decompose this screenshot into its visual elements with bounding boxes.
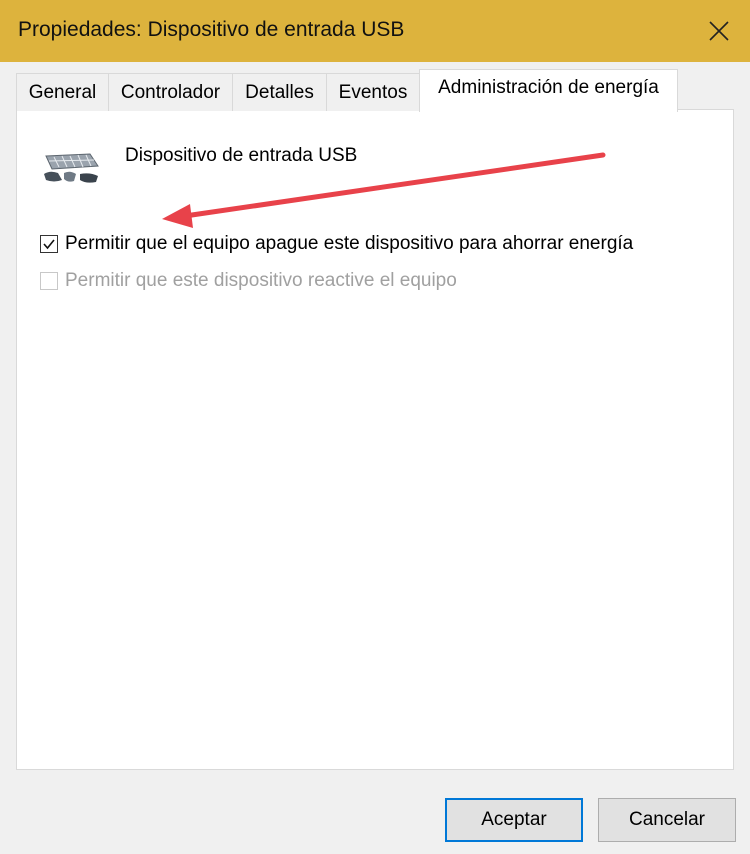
tab-panel-power-management (16, 109, 734, 770)
tab-controller[interactable]: Controlador (108, 73, 233, 111)
title-bar: Propiedades: Dispositivo de entrada USB (0, 0, 750, 62)
close-button[interactable] (688, 0, 750, 62)
allow-wake-checkbox: Permitir que este dispositivo reactive e… (40, 270, 457, 292)
tab-general[interactable]: General (16, 73, 109, 111)
device-name: Dispositivo de entrada USB (125, 145, 358, 166)
window-title: Propiedades: Dispositivo de entrada USB (18, 18, 405, 41)
allow-power-off-label: Permitir que el equipo apague este dispo… (65, 233, 634, 254)
checkbox-checked[interactable] (40, 235, 58, 253)
checkbox-unchecked-disabled (40, 272, 58, 290)
allow-power-off-checkbox[interactable]: Permitir que el equipo apague este dispo… (40, 233, 633, 255)
allow-wake-label: Permitir que este dispositivo reactive e… (65, 270, 457, 291)
close-icon (709, 21, 729, 41)
usb-device-icon (40, 152, 102, 191)
accept-button[interactable]: Aceptar (445, 798, 583, 842)
tab-events[interactable]: Eventos (326, 73, 420, 111)
tab-details[interactable]: Detalles (232, 73, 327, 111)
checkmark-icon (43, 239, 55, 250)
cancel-button[interactable]: Cancelar (598, 798, 736, 842)
tab-power-management[interactable]: Administración de energía (419, 69, 678, 112)
